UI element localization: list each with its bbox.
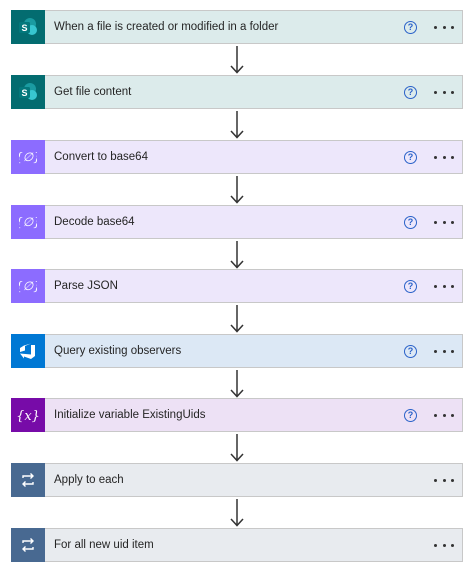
more-options-icon[interactable]: [434, 90, 454, 94]
step-parse-json[interactable]: {∅} Parse JSON ?: [11, 269, 463, 303]
svg-text:S: S: [21, 23, 27, 33]
help-icon[interactable]: ?: [404, 279, 417, 293]
help-icon[interactable]: ?: [404, 85, 417, 99]
step-decode-base64[interactable]: {∅} Decode base64 ?: [11, 205, 463, 239]
sharepoint-icon: S: [11, 75, 45, 109]
step-label: Apply to each: [54, 474, 124, 486]
step-apply-to-each[interactable]: Apply to each: [11, 463, 463, 497]
more-options-icon[interactable]: [434, 220, 454, 224]
svg-text:S: S: [21, 88, 27, 98]
arrow-down-icon: [230, 46, 244, 74]
loop-icon: [11, 463, 45, 497]
data-operation-icon: {∅}: [11, 269, 45, 303]
help-icon[interactable]: ?: [404, 215, 417, 229]
svg-text:{∅}: {∅}: [19, 215, 37, 229]
variable-icon: {x}: [11, 398, 45, 432]
step-label: Decode base64: [54, 216, 135, 228]
step-query-existing-observers[interactable]: Query existing observers ?: [11, 334, 463, 368]
step-label: Get file content: [54, 86, 132, 98]
help-icon[interactable]: ?: [404, 408, 417, 422]
step-label: Parse JSON: [54, 280, 118, 292]
more-options-icon[interactable]: [434, 155, 454, 159]
more-options-icon[interactable]: [434, 413, 454, 417]
arrow-down-icon: [230, 241, 244, 269]
data-operation-icon: {∅}: [11, 205, 45, 239]
arrow-down-icon: [230, 499, 244, 527]
step-label: Initialize variable ExistingUids: [54, 409, 206, 421]
loop-icon: [11, 528, 45, 562]
data-operation-icon: {∅}: [11, 140, 45, 174]
step-label: When a file is created or modified in a …: [54, 21, 279, 33]
help-icon[interactable]: ?: [404, 20, 417, 34]
svg-text:{∅}: {∅}: [19, 150, 37, 164]
more-options-icon[interactable]: [434, 478, 454, 482]
help-icon[interactable]: ?: [404, 344, 417, 358]
arrow-down-icon: [230, 111, 244, 139]
step-get-file-content[interactable]: S Get file content ?: [11, 75, 463, 109]
step-for-all-new-uid-item[interactable]: For all new uid item: [11, 528, 463, 562]
step-when-file-created[interactable]: S When a file is created or modified in …: [11, 10, 463, 44]
step-convert-to-base64[interactable]: {∅} Convert to base64 ?: [11, 140, 463, 174]
more-options-icon[interactable]: [434, 543, 454, 547]
step-label: Convert to base64: [54, 151, 148, 163]
arrow-down-icon: [230, 305, 244, 333]
svg-text:{x}: {x}: [17, 409, 39, 424]
arrow-down-icon: [230, 370, 244, 398]
sharepoint-icon: S: [11, 10, 45, 44]
step-initialize-variable[interactable]: {x} Initialize variable ExistingUids ?: [11, 398, 463, 432]
arrow-down-icon: [230, 176, 244, 204]
step-label: For all new uid item: [54, 539, 154, 551]
arrow-down-icon: [230, 434, 244, 462]
more-options-icon[interactable]: [434, 349, 454, 353]
svg-text:{∅}: {∅}: [19, 279, 37, 293]
help-icon[interactable]: ?: [404, 150, 417, 164]
step-label: Query existing observers: [54, 345, 182, 357]
more-options-icon[interactable]: [434, 25, 454, 29]
more-options-icon[interactable]: [434, 284, 454, 288]
azure-devops-icon: [11, 334, 45, 368]
